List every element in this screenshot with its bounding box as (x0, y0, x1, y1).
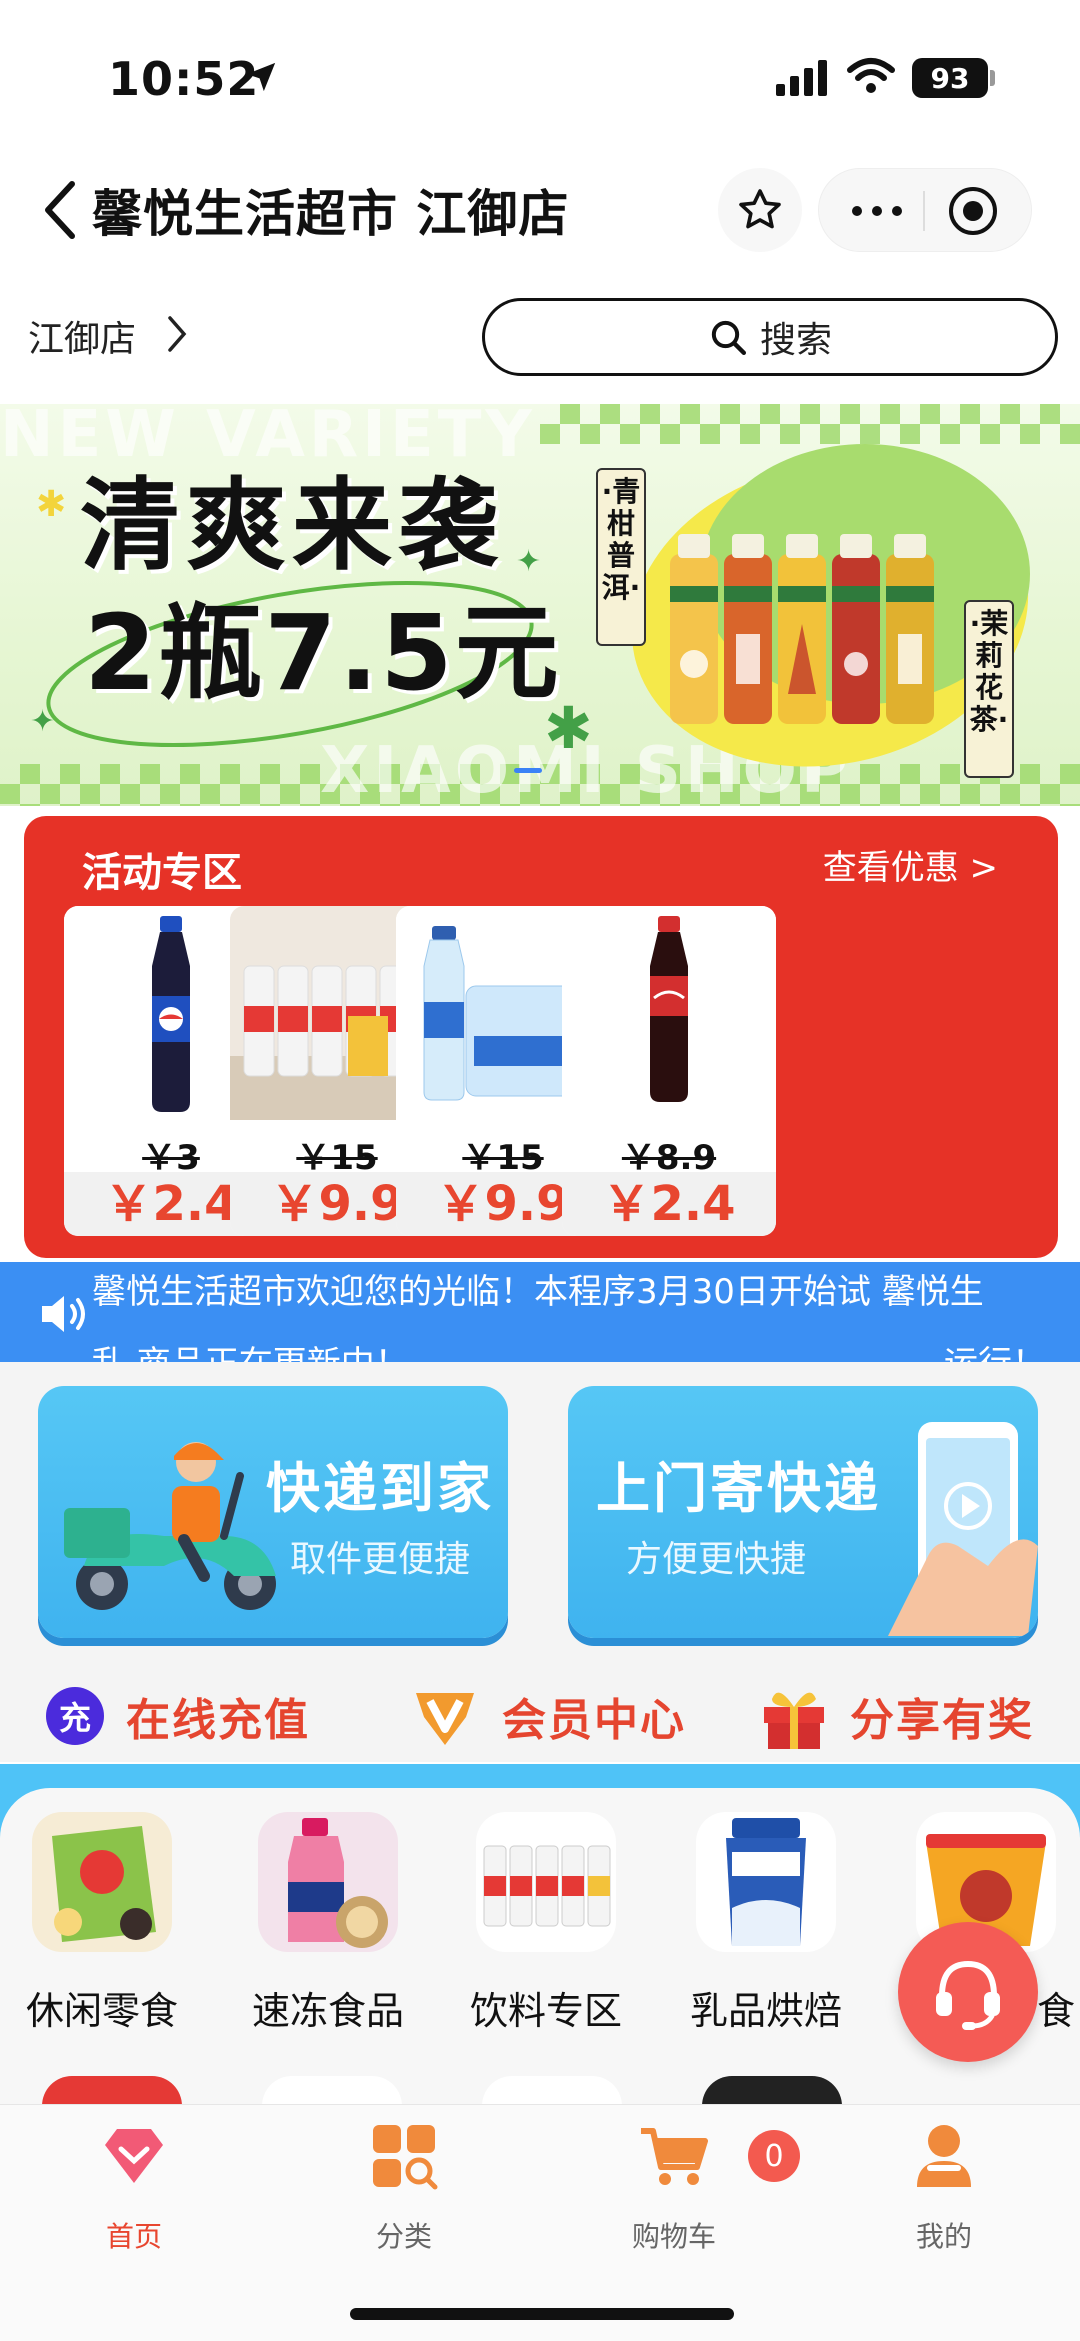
banner-price: 2瓶7.5元 (84, 592, 561, 714)
status-time: 10:52 (108, 52, 260, 106)
close-miniprogram-icon[interactable] (945, 183, 1001, 239)
customer-service-button[interactable] (898, 1922, 1038, 2062)
category-dairy[interactable]: 乳品烘焙 (686, 1812, 846, 2033)
online-recharge-link[interactable]: 充 在线充值 (46, 1670, 310, 1762)
tab-home[interactable]: 首页 (44, 2121, 224, 2255)
product-card-coca-cola[interactable]: ￥8.9 ￥2.4 (562, 906, 776, 1236)
store-selector[interactable]: 江御店 (28, 310, 136, 362)
battery-tip (990, 70, 995, 86)
coca-cola-bottle-image (562, 906, 776, 1120)
category-frozen[interactable]: 速冻食品 (248, 1812, 408, 2033)
notice-text: 馨悦生活超市欢迎您的光临！本程序3月30日开始试 馨悦生 (92, 1272, 984, 1312)
drinks-image (476, 1812, 616, 1952)
tea-bottles-image (670, 534, 934, 724)
category-snacks[interactable]: 休闲零食 (22, 1812, 182, 2033)
tab-label: 我的 (915, 2220, 972, 2253)
category-label: 乳品烘焙 (689, 1989, 842, 2033)
favorite-button[interactable] (718, 168, 802, 252)
banner-tag-right: ·茉莉花茶· (964, 600, 1014, 778)
tab-label: 购物车 (631, 2220, 716, 2253)
recharge-icon: 充 (46, 1687, 104, 1745)
activity-title: 活动专区 (82, 850, 242, 896)
tab-cart[interactable]: 购物车 (584, 2121, 764, 2255)
wifi-icon (847, 58, 895, 93)
frozen-food-image (258, 1812, 398, 1952)
cart-icon (641, 2128, 708, 2185)
search-label: 搜索 (759, 320, 832, 361)
vip-badge-icon (416, 1693, 474, 1745)
category-icon (373, 2125, 438, 2190)
quick-link-label: 分享有奖 (850, 1695, 1034, 1746)
banner-checker-pattern (540, 404, 1080, 444)
tab-label: 分类 (375, 2220, 432, 2253)
sparkle-icon: ✦ (30, 704, 56, 739)
service-subtitle: 方便更快捷 (626, 1539, 807, 1580)
activity-zone: 活动专区 查看优惠 > ￥3 ￥2.4 ￥15 ￥9.9 ￥15 ￥9.9 ￥8… (24, 816, 1058, 1258)
profile-icon (917, 2125, 971, 2187)
more-dots-icon[interactable] (847, 189, 907, 233)
sparkle-icon: ✱ (36, 484, 67, 525)
dairy-image (696, 1812, 836, 1952)
share-reward-link[interactable]: 分享有奖 (760, 1670, 1034, 1762)
location-arrow-icon (246, 62, 276, 92)
bottom-tab-bar: 首页 分类 购物车 我的 (0, 2104, 1080, 2341)
tab-profile[interactable]: 我的 (854, 2121, 1034, 2255)
snacks-image (32, 1812, 172, 1952)
promo-banner[interactable]: NEW VARIETY XIAOMI SHOP ✱ ✦ ✦ ✱ 清爽来袭 2瓶7… (0, 404, 1080, 806)
quick-link-label: 在线充值 (126, 1695, 310, 1746)
service-title: 上门寄快递 (596, 1457, 881, 1520)
category-label: 饮料专区 (469, 1989, 622, 2033)
express-delivery-card[interactable]: 快递到家 取件更便捷 (38, 1386, 508, 1638)
home-indicator (350, 2308, 734, 2320)
capsule-divider (923, 191, 925, 231)
banner-pager-dot (514, 768, 542, 773)
page-title: 馨悦生活超市 江御店 (92, 185, 570, 243)
category-drinks[interactable]: 饮料专区 (466, 1812, 626, 2033)
service-subtitle: 取件更便捷 (290, 1539, 471, 1580)
status-bar: 10:52 93 (0, 0, 1080, 150)
miniprogram-capsule (818, 168, 1032, 252)
banner-tag-left: ·青柑普洱· (596, 468, 646, 646)
notice-text: 乱 商品正在更新中！ (92, 1336, 409, 1362)
notice-text: 运行！ (944, 1336, 1046, 1362)
star-icon (739, 189, 781, 229)
notice-marquee[interactable]: 馨悦生活超市欢迎您的光临！本程序3月30日开始试 馨悦生 乱 商品正在更新中！ … (0, 1262, 1080, 1362)
search-icon (711, 320, 746, 355)
cart-count-badge: 0 (748, 2130, 800, 2182)
category-label: 休闲零食 (25, 1989, 178, 2033)
quick-link-label: 会员中心 (502, 1695, 686, 1746)
chevron-right-icon (168, 316, 187, 352)
home-gem-icon (105, 2129, 163, 2183)
tab-label: 首页 (105, 2220, 162, 2253)
quick-links: 充 在线充值 会员中心 分享有奖 (0, 1670, 1080, 1762)
nav-bar: 馨悦生活超市 江御店 (0, 150, 1080, 270)
search-bar[interactable]: 搜索 (482, 298, 1058, 376)
category-label: 速冻食品 (251, 1989, 404, 2033)
tab-category[interactable]: 分类 (314, 2121, 494, 2255)
battery-indicator: 93 (912, 58, 988, 98)
service-title: 快递到家 (266, 1457, 494, 1520)
sale-price: ￥2.4 (562, 1172, 776, 1236)
gift-icon (764, 1692, 824, 1749)
phone-play-icon (888, 1422, 1038, 1636)
back-chevron-icon[interactable] (38, 178, 82, 242)
send-express-card[interactable]: 上门寄快递 方便更快捷 (568, 1386, 1038, 1638)
cellular-signal-icon (776, 60, 827, 96)
view-offers-link[interactable]: 查看优惠 > (823, 840, 998, 889)
speaker-icon (42, 1296, 85, 1332)
headset-icon (936, 1960, 1000, 2030)
member-center-link[interactable]: 会员中心 (410, 1670, 686, 1762)
